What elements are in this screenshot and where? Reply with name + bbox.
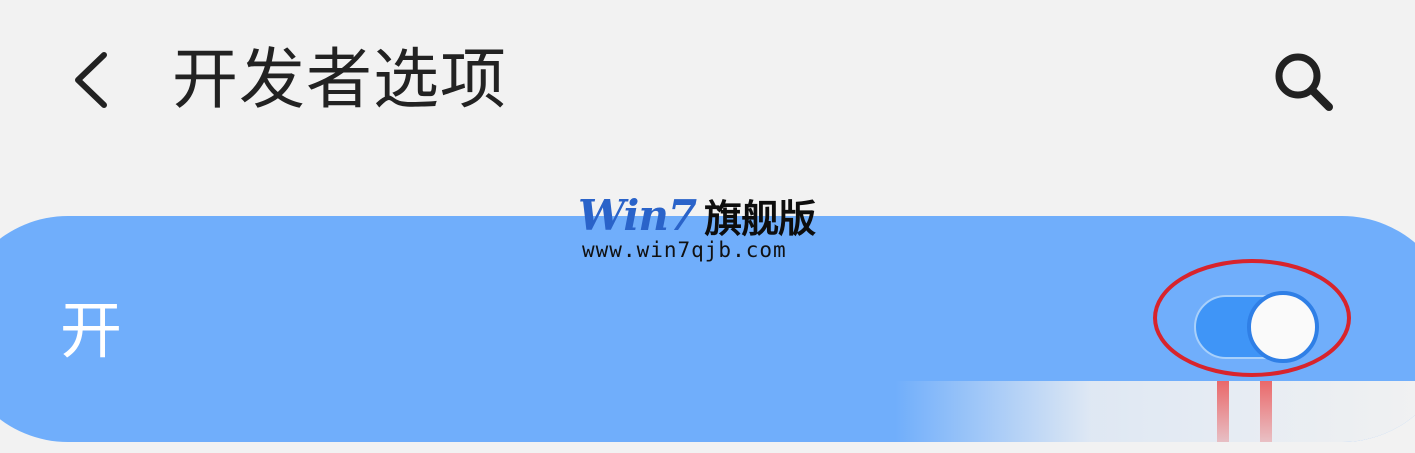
search-button[interactable]: [1262, 40, 1346, 124]
card-fade-overlay: [895, 381, 1415, 442]
watermark-brand: Win7: [578, 190, 697, 240]
watermark-url: www.win7qjb.com: [582, 238, 787, 262]
master-toggle[interactable]: [1192, 291, 1320, 363]
toggle-thumb: [1247, 291, 1319, 363]
app-header: 开发者选项: [0, 0, 1415, 165]
red-streak: [1217, 381, 1229, 442]
chevron-left-icon: [75, 52, 107, 108]
search-icon: [1275, 53, 1333, 111]
red-streak: [1260, 381, 1272, 442]
back-button[interactable]: [55, 45, 125, 115]
master-switch-label: 开: [60, 294, 123, 367]
watermark-logo: Win7 旗舰版 www.win7qjb.com: [578, 190, 818, 267]
watermark-brand-cn: 旗舰版: [704, 196, 816, 241]
page-title: 开发者选项: [172, 41, 507, 118]
watermark-brand-row: Win7 旗舰版: [578, 190, 816, 241]
